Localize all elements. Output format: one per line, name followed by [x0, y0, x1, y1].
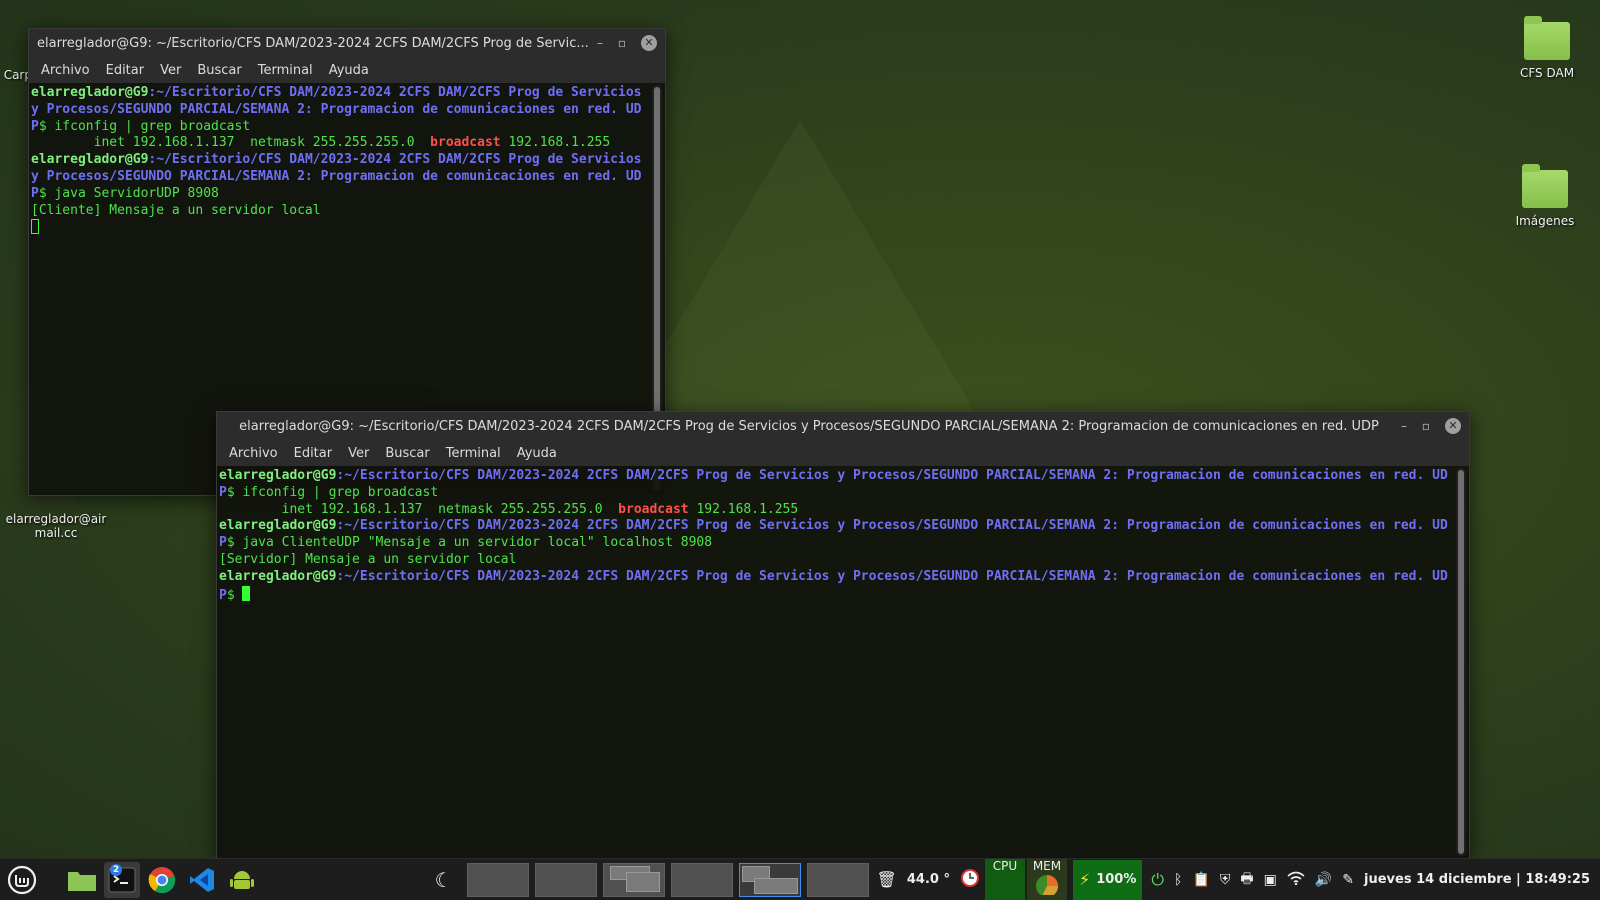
prompt-user: elarreglador@G9: [219, 518, 337, 534]
output-text: inet 192.168.1.137 netmask 255.255.255.0: [219, 501, 619, 517]
android-studio-icon[interactable]: [224, 862, 260, 898]
notes-icon[interactable]: ✎: [1342, 872, 1354, 888]
desktop-icon-label: Imágenes: [1515, 214, 1575, 228]
command-text: $: [226, 587, 243, 603]
menu-buscar[interactable]: Buscar: [189, 63, 249, 78]
terminal-cursor: [242, 585, 251, 601]
battery-charging-icon: ⚡: [1078, 870, 1091, 889]
close-button[interactable]: ✕: [641, 35, 657, 51]
desktop-folder-cfs-dam[interactable]: CFS DAM: [1497, 16, 1597, 80]
terminal-menubar: Archivo Editar Ver Buscar Terminal Ayuda: [29, 57, 665, 83]
cpu-label: CPU: [992, 858, 1018, 873]
desktop-icon-label: elarreglador@airmail.cc: [5, 512, 107, 540]
clock-alarm-icon[interactable]: [960, 868, 980, 892]
menu-buscar[interactable]: Buscar: [377, 446, 437, 461]
maximize-button[interactable]: ▫: [1415, 419, 1437, 433]
close-button[interactable]: ✕: [1445, 418, 1461, 434]
broadcast-keyword: broadcast: [618, 501, 689, 517]
menu-archivo[interactable]: Archivo: [221, 446, 286, 461]
mint-menu-icon[interactable]: [4, 862, 40, 898]
minimize-button[interactable]: –: [589, 36, 611, 50]
output-text: 192.168.1.255: [688, 501, 799, 517]
mem-label: MEM: [1032, 858, 1062, 873]
command-text: $ ifconfig | grep broadcast: [226, 484, 439, 500]
workspace-5-current[interactable]: [738, 862, 801, 897]
desktop-icon-label: CFS DAM: [1519, 66, 1575, 80]
taskbar: 2 ☾ 🗑 44.0 ° CPU MEM ⚡ 100% ⏻ ᛒ 📋 ⛨ 🖶 ▣ …: [0, 858, 1600, 900]
prompt-user: elarreglador@G9: [219, 568, 337, 584]
window-count-badge: 2: [110, 863, 122, 876]
window-titlebar[interactable]: elarreglador@G9: ~/Escritorio/CFS DAM/20…: [29, 29, 665, 57]
menu-ver[interactable]: Ver: [152, 63, 189, 78]
menu-terminal[interactable]: Terminal: [250, 63, 321, 78]
window-title: elarreglador@G9: ~/Escritorio/CFS DAM/20…: [37, 35, 589, 51]
bluetooth-icon[interactable]: ᛒ: [1174, 872, 1182, 888]
workspace-window-thumb: [625, 871, 660, 892]
command-text: $ ifconfig | grep broadcast: [38, 118, 251, 134]
cpu-monitor[interactable]: CPU: [984, 858, 1025, 900]
command-text: $ java ServidorUDP 8908: [38, 185, 219, 201]
workspace-2[interactable]: [534, 862, 597, 897]
terminal-output[interactable]: elarreglador@G9:~/Escritorio/CFS DAM/202…: [217, 466, 1469, 858]
battery-indicator[interactable]: ⚡ 100%: [1072, 859, 1143, 900]
desktop-folder-imagenes[interactable]: Imágenes: [1495, 164, 1595, 228]
removable-drive-icon[interactable]: ▣: [1264, 872, 1277, 888]
terminal-app-icon[interactable]: 2: [104, 861, 140, 898]
workspace-3[interactable]: [602, 862, 665, 897]
workspace-6[interactable]: [806, 862, 869, 897]
clipboard-icon[interactable]: 📋: [1192, 872, 1209, 888]
system-tray: 🗑 44.0 ° CPU MEM ⚡ 100% ⏻ ᛒ 📋 ⛨ 🖶 ▣ 🔊 ✎ …: [872, 858, 1600, 900]
menu-archivo[interactable]: Archivo: [33, 63, 98, 78]
output-text: [Servidor] Mensaje a un servidor local: [219, 551, 517, 567]
vertical-scrollbar[interactable]: [1456, 468, 1466, 856]
command-text: $ java ClienteUDP "Mensaje a un servidor…: [226, 535, 713, 551]
output-text: [Cliente] Mensaje a un servidor local: [31, 202, 321, 218]
terminal-menubar: Archivo Editar Ver Buscar Terminal Ayuda: [217, 440, 1469, 466]
wifi-icon[interactable]: [1287, 871, 1305, 889]
memory-monitor[interactable]: MEM: [1026, 858, 1067, 900]
menu-ver[interactable]: Ver: [340, 446, 377, 461]
terminal-cursor: [31, 219, 39, 235]
maximize-button[interactable]: ▫: [611, 36, 633, 50]
window-titlebar[interactable]: elarreglador@G9: ~/Escritorio/CFS DAM/20…: [217, 412, 1469, 440]
prompt-user: elarreglador@G9: [31, 152, 149, 168]
vscode-icon[interactable]: [184, 862, 220, 898]
menu-ayuda[interactable]: Ayuda: [509, 446, 565, 461]
minimize-button[interactable]: –: [1393, 419, 1415, 433]
chrome-browser-icon[interactable]: [144, 862, 180, 898]
prompt-user: elarreglador@G9: [31, 85, 149, 100]
menu-editar[interactable]: Editar: [286, 446, 341, 461]
menu-ayuda[interactable]: Ayuda: [321, 63, 377, 78]
memory-pie-icon: [1035, 874, 1058, 895]
broadcast-keyword: broadcast: [430, 135, 501, 151]
volume-icon[interactable]: 🔊: [1315, 872, 1332, 888]
files-folder-icon[interactable]: [64, 862, 100, 898]
wallpaper-shape: [620, 120, 980, 420]
folder-icon: [1522, 164, 1568, 208]
prompt-user: elarreglador@G9: [219, 468, 337, 483]
shield-update-icon[interactable]: ⛨: [1220, 872, 1231, 888]
prompt-path: :~/Escritorio/CFS DAM/2023-2024 2CFS DAM…: [219, 568, 1448, 603]
trash-icon[interactable]: 🗑: [877, 870, 897, 889]
menu-editar[interactable]: Editar: [98, 63, 153, 78]
output-text: inet 192.168.1.137 netmask 255.255.255.0: [31, 135, 431, 151]
window-title: elarreglador@G9: ~/Escritorio/CFS DAM/20…: [239, 418, 1379, 434]
workspace-4[interactable]: [670, 862, 733, 897]
night-mode-moon-icon[interactable]: ☾: [426, 862, 462, 898]
menu-terminal[interactable]: Terminal: [438, 446, 509, 461]
workspace-window-thumb: [753, 877, 798, 894]
printer-icon[interactable]: 🖶: [1240, 868, 1253, 892]
folder-icon: [1524, 16, 1570, 60]
output-text: 192.168.1.255: [500, 135, 611, 151]
power-manager-icon[interactable]: ⏻: [1151, 870, 1164, 890]
terminal-window-client[interactable]: elarreglador@G9: ~/Escritorio/CFS DAM/20…: [216, 411, 1470, 859]
workspace-1[interactable]: [466, 862, 529, 897]
battery-percent: 100%: [1096, 872, 1137, 887]
date-time-clock[interactable]: jueves 14 diciembre | 18:49:25: [1364, 872, 1590, 887]
temperature-readout: 44.0 °: [906, 872, 950, 887]
